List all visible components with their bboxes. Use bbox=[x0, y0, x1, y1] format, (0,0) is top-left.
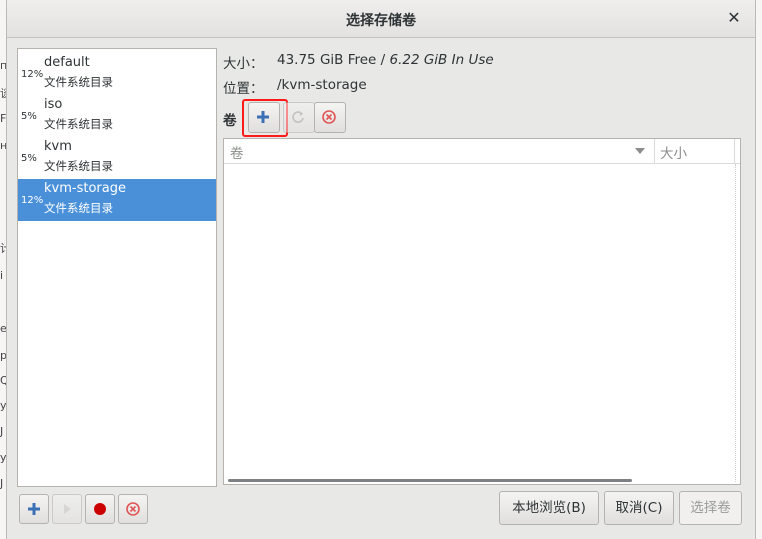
pool-type: 文件系统目录 bbox=[44, 159, 113, 173]
pool-usage-percent: 12% bbox=[21, 69, 44, 80]
pool-usage-percent: 5% bbox=[21, 153, 37, 164]
column-separator bbox=[734, 139, 735, 163]
stop-icon bbox=[94, 503, 106, 515]
location-value: /kvm-storage bbox=[277, 77, 367, 93]
start-pool-button[interactable] bbox=[52, 494, 82, 524]
refresh-icon bbox=[292, 111, 304, 123]
pool-name: kvm bbox=[44, 139, 72, 154]
delete-pool-button[interactable] bbox=[118, 494, 148, 524]
storage-pool-list[interactable]: 12% default 文件系统目录 5% iso 文件系统目录 5% kvm … bbox=[17, 48, 217, 487]
add-icon bbox=[28, 503, 40, 515]
delete-volume-button[interactable] bbox=[314, 102, 346, 133]
refresh-volumes-button[interactable] bbox=[283, 102, 315, 133]
add-volume-button[interactable] bbox=[248, 102, 280, 133]
close-icon[interactable]: ✕ bbox=[726, 10, 742, 26]
pool-name: default bbox=[44, 55, 90, 70]
location-label: 位置： bbox=[223, 81, 264, 97]
pool-item-kvm[interactable]: 5% kvm 文件系统目录 bbox=[18, 137, 216, 179]
stop-pool-button[interactable] bbox=[85, 494, 115, 524]
pool-item-iso[interactable]: 5% iso 文件系统目录 bbox=[18, 95, 216, 137]
title-bar: 选择存储卷 ✕ bbox=[7, 0, 755, 38]
size-value: 43.75 GiB Free / 6.22 GiB In Use bbox=[277, 52, 494, 68]
pool-name: iso bbox=[44, 97, 63, 112]
column-header-size[interactable]: 大小 bbox=[660, 142, 687, 162]
sort-down-icon bbox=[635, 148, 645, 154]
choose-volume-button[interactable]: 选择卷 bbox=[679, 491, 742, 525]
pool-item-kvm-storage[interactable]: 12% kvm-storage 文件系统目录 bbox=[18, 179, 216, 221]
add-pool-button[interactable] bbox=[19, 494, 49, 524]
cancel-button[interactable]: 取消(C) bbox=[604, 491, 674, 525]
play-icon bbox=[64, 504, 71, 514]
pool-usage-percent: 5% bbox=[21, 111, 37, 122]
column-separator bbox=[654, 139, 655, 163]
pool-type: 文件系统目录 bbox=[44, 201, 113, 215]
pool-item-default[interactable]: 12% default 文件系统目录 bbox=[18, 53, 216, 95]
size-separator: / bbox=[376, 52, 390, 68]
column-divider-line bbox=[735, 164, 737, 482]
horizontal-scrollbar[interactable] bbox=[228, 479, 632, 482]
dialog-title: 选择存储卷 bbox=[346, 13, 416, 29]
volumes-label: 卷 bbox=[223, 113, 237, 129]
column-header-volume[interactable]: 卷 bbox=[230, 142, 244, 162]
volume-table[interactable]: 卷 大小 bbox=[223, 138, 741, 485]
browse-local-button[interactable]: 本地浏览(B) bbox=[499, 491, 599, 525]
delete-icon bbox=[322, 110, 336, 124]
pool-name: kvm-storage bbox=[44, 181, 126, 196]
size-free: 43.75 GiB Free bbox=[277, 52, 377, 68]
size-label: 大小： bbox=[223, 56, 264, 72]
volume-table-header: 卷 大小 bbox=[224, 139, 740, 164]
delete-icon bbox=[126, 502, 140, 516]
pool-usage-percent: 12% bbox=[21, 195, 44, 206]
size-used: 6.22 GiB In Use bbox=[389, 52, 494, 68]
choose-storage-volume-dialog: 选择存储卷 ✕ 12% default 文件系统目录 5% iso 文件系统目录… bbox=[6, 0, 756, 539]
add-icon bbox=[257, 111, 269, 123]
pool-type: 文件系统目录 bbox=[44, 117, 113, 131]
pool-type: 文件系统目录 bbox=[44, 75, 113, 89]
